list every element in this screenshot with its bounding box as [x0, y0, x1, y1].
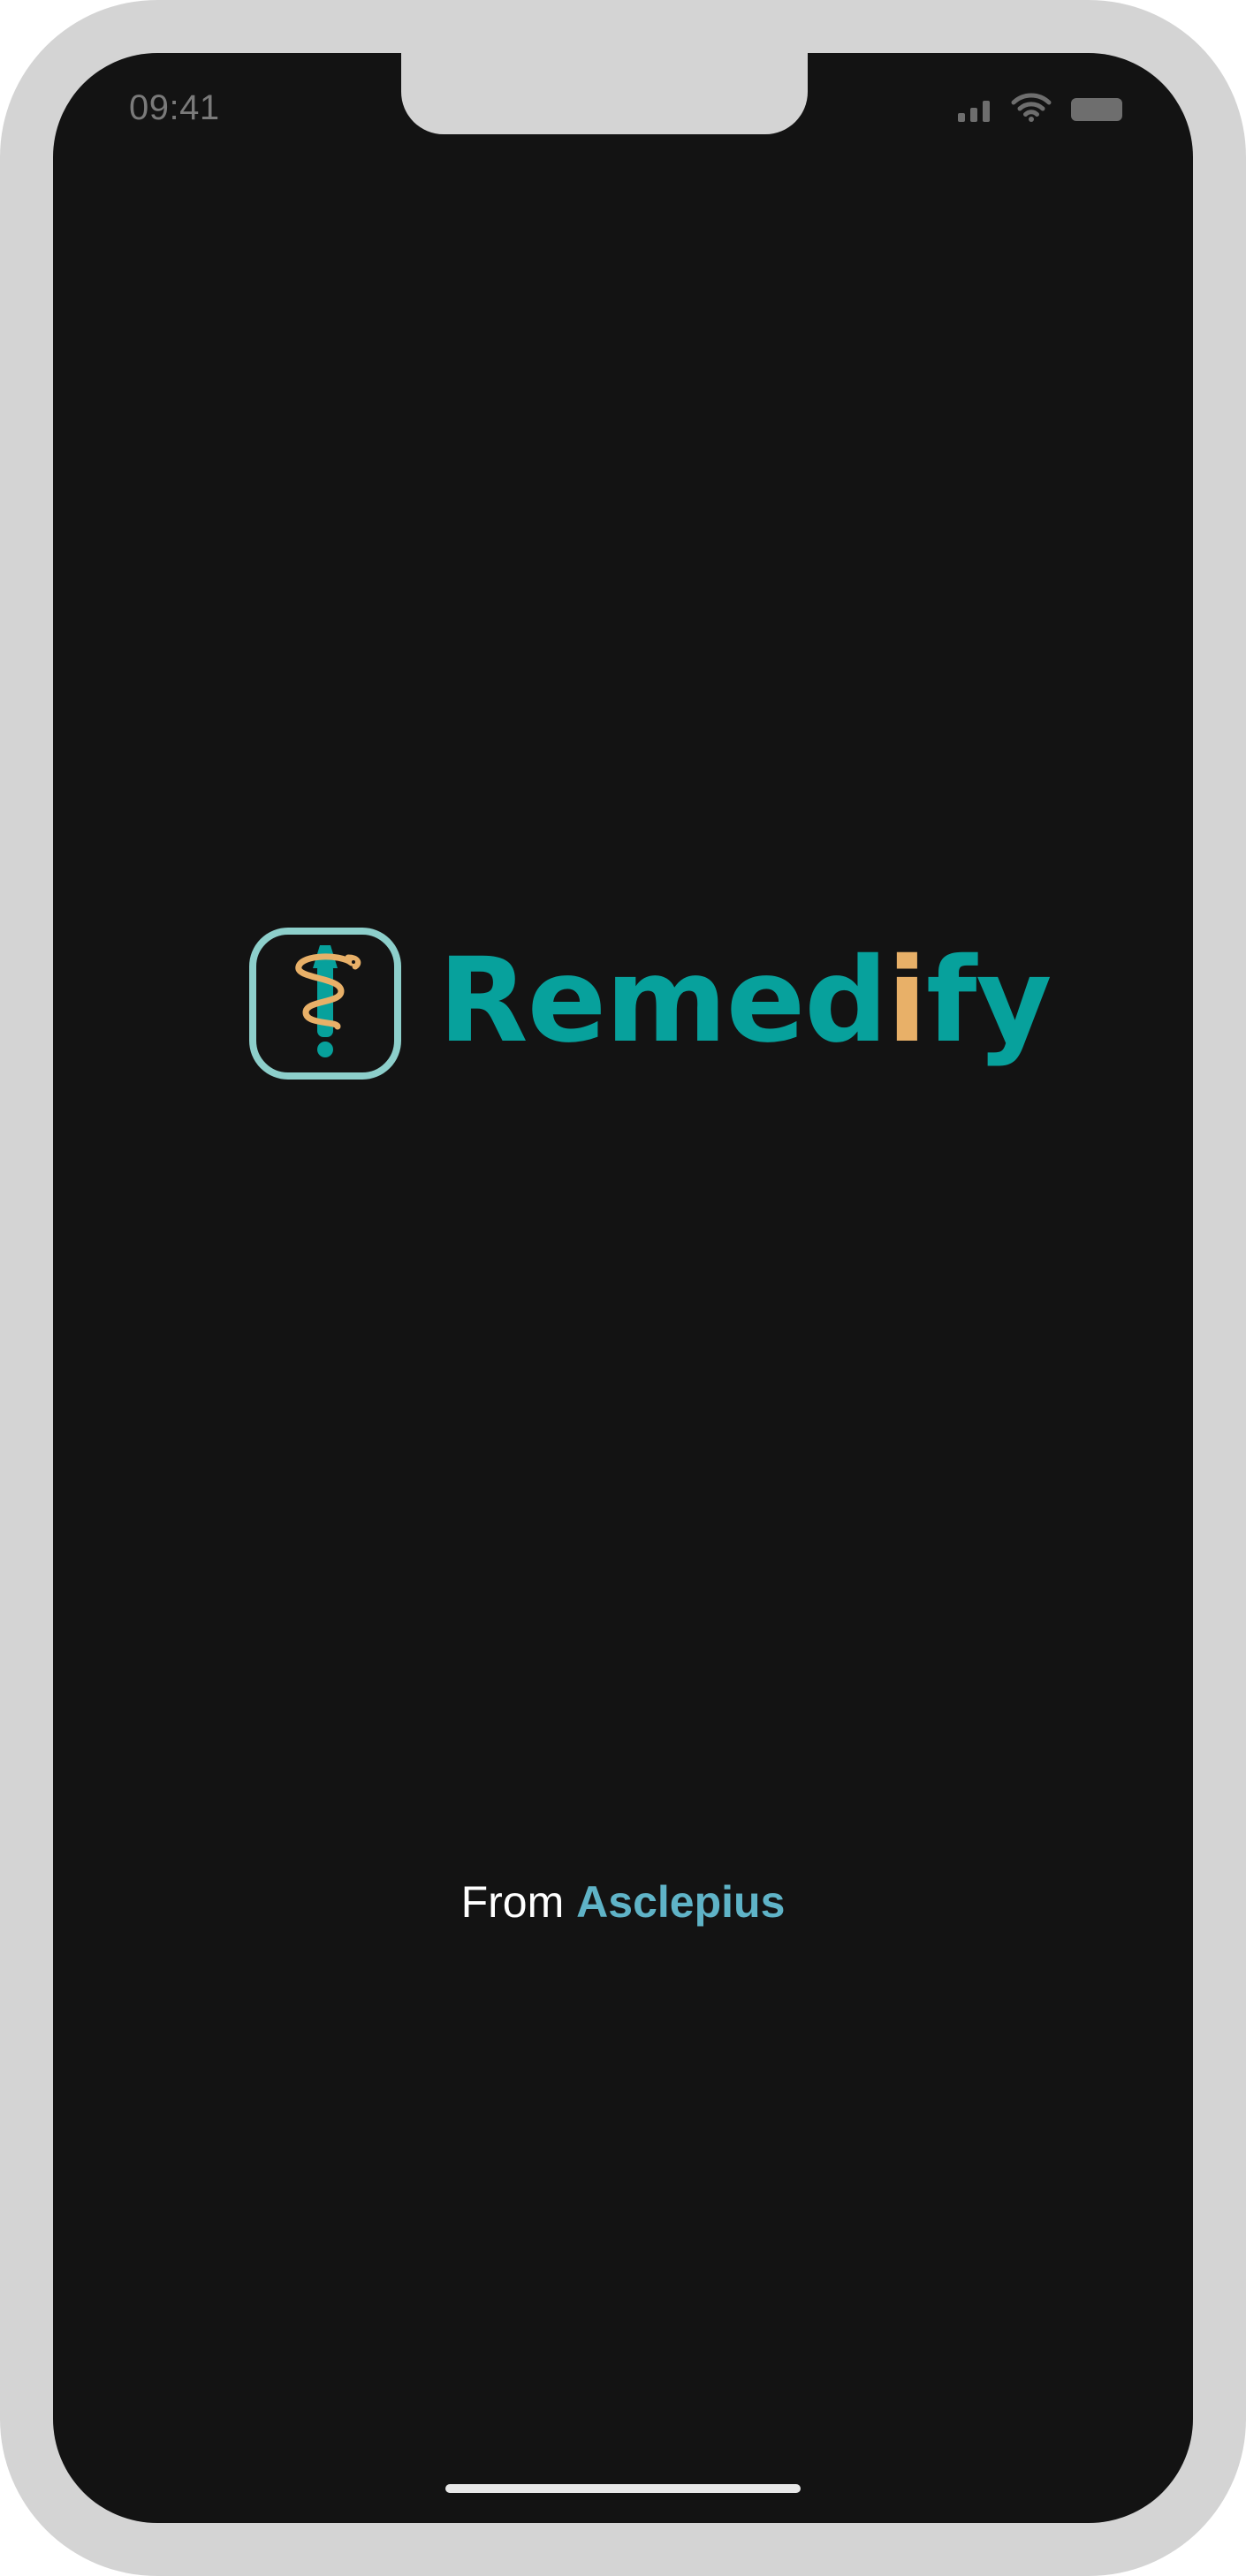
from-credit: From Asclepius [53, 1876, 1193, 1928]
rod-of-asclepius-icon [249, 928, 401, 1080]
wordmark-highlight-letter: i [886, 933, 927, 1069]
notch [401, 53, 808, 134]
app-logo: Remedify [249, 928, 1052, 1080]
wifi-icon [1011, 93, 1052, 122]
splash-screen: 09:41 Remedify From Asclepius [53, 53, 1193, 2523]
app-wordmark: Remedify [438, 943, 1052, 1059]
wordmark-part-1: Reme [438, 933, 805, 1069]
from-prefix: From [460, 1877, 565, 1927]
status-time: 09:41 [129, 88, 220, 127]
battery-icon [1071, 98, 1122, 121]
signal-icon [958, 101, 990, 122]
home-indicator[interactable] [445, 2484, 801, 2493]
parent-brand-name: Asclepius [576, 1877, 786, 1927]
status-icons [958, 93, 1122, 122]
wordmark-part-3: fy [926, 933, 1052, 1069]
wordmark-part-2: d [804, 933, 887, 1069]
phone-frame: 09:41 Remedify From Asclepius [0, 0, 1246, 2576]
